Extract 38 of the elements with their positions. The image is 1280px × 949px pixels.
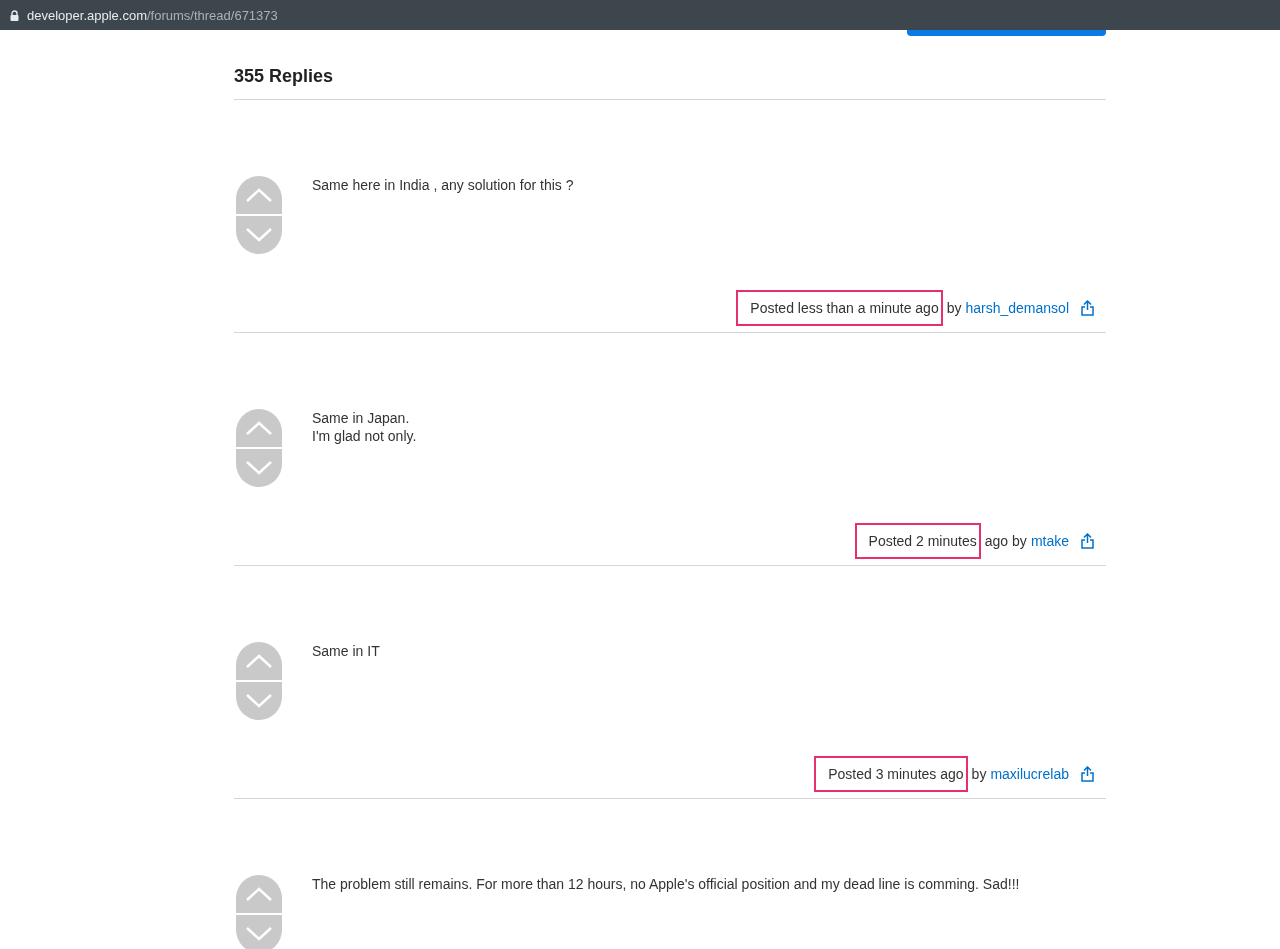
author-link[interactable]: maxilucrelab bbox=[990, 766, 1069, 782]
by-label: by bbox=[1012, 533, 1027, 549]
author-link[interactable]: mtake bbox=[1030, 533, 1069, 549]
downvote-button[interactable] bbox=[236, 449, 282, 487]
chevron-down-icon bbox=[246, 228, 272, 242]
button-edge[interactable] bbox=[907, 30, 1106, 36]
by-label: by bbox=[946, 300, 962, 316]
replies-heading: 355 Replies bbox=[234, 30, 1106, 100]
upvote-button[interactable] bbox=[236, 409, 282, 447]
author-link[interactable]: harsh_demansol bbox=[965, 300, 1069, 316]
highlighted-posted-time: Posted 3 minutes ago bbox=[814, 756, 968, 792]
upvote-button[interactable] bbox=[236, 176, 282, 214]
chevron-down-icon bbox=[246, 461, 272, 475]
chevron-down-icon bbox=[246, 694, 272, 708]
by-label: by bbox=[971, 766, 987, 782]
reply-text: Same in IT bbox=[312, 642, 380, 660]
share-icon[interactable] bbox=[1081, 766, 1094, 782]
chevron-up-icon bbox=[246, 654, 272, 668]
posted-time: ago bbox=[984, 533, 1009, 549]
chevron-up-icon bbox=[246, 887, 272, 901]
reply-text: The problem still remains. For more than 12 hours, no Apple's official position and my dead line is comming. Sad!!! bbox=[312, 875, 1020, 893]
url-text[interactable]: developer.apple.com/forums/thread/671373 bbox=[27, 7, 278, 23]
highlighted-posted-time: Posted less than a minute ago bbox=[736, 290, 943, 326]
reply-text: I'm glad not only. bbox=[312, 427, 417, 445]
share-icon[interactable] bbox=[1081, 300, 1094, 316]
reply-text: Same in Japan. bbox=[312, 409, 411, 427]
upvote-button[interactable] bbox=[236, 875, 282, 913]
lock-icon bbox=[10, 9, 19, 21]
reply-text: Same here in India , any solution for this ? bbox=[312, 176, 574, 194]
chevron-up-icon bbox=[246, 188, 272, 202]
share-icon[interactable] bbox=[1081, 533, 1094, 549]
highlighted-posted-time: Posted 2 minutes bbox=[854, 523, 981, 559]
upvote-button[interactable] bbox=[236, 642, 282, 680]
downvote-button[interactable] bbox=[236, 216, 282, 254]
downvote-button[interactable] bbox=[236, 682, 282, 720]
downvote-button[interactable] bbox=[236, 915, 282, 949]
chevron-down-icon bbox=[246, 927, 272, 941]
chevron-up-icon bbox=[246, 421, 272, 435]
